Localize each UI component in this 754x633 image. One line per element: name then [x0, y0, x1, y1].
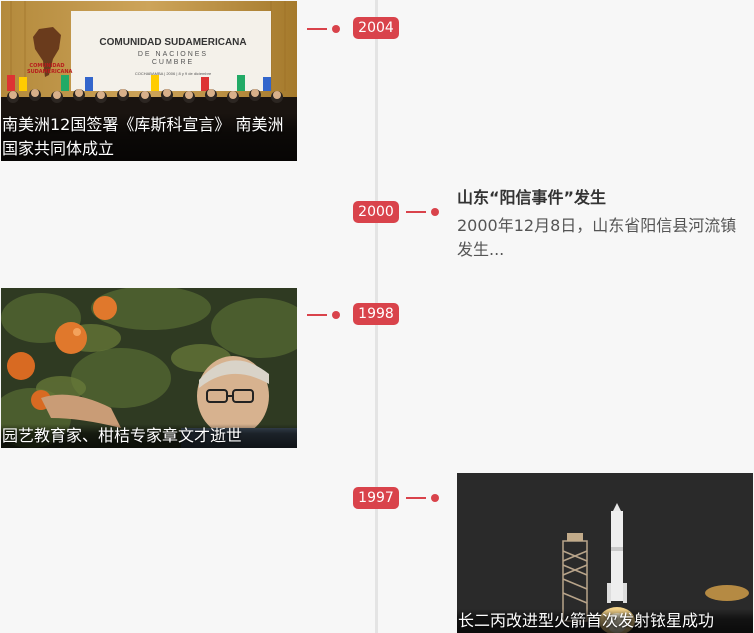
event-summary: 2000年12月8日，山东省阳信县河流镇发生...	[457, 216, 737, 259]
timeline-dot-1997	[431, 494, 439, 502]
banner-line: CUMBRE	[151, 59, 195, 66]
event-card-2004[interactable]: COMUNIDAD SUDAMERICANA COMUNIDAD SUDAMER…	[1, 1, 297, 161]
year-badge-1998[interactable]: 1998	[353, 303, 399, 325]
connector-1998	[307, 314, 327, 316]
connector-2004	[307, 28, 327, 30]
event-card-1998[interactable]: 园艺教育家、柑桔专家章文才逝世	[1, 288, 297, 448]
event-caption[interactable]: 长二丙改进型火箭首次发射铱星成功	[457, 609, 753, 633]
timeline-dot-2000	[431, 208, 439, 216]
connector-1997	[406, 497, 426, 499]
event-title[interactable]: 山东“阳信事件”发生	[457, 186, 747, 210]
year-badge-1997[interactable]: 1997	[353, 487, 399, 509]
banner-subtitle: DE NACIONES	[137, 51, 209, 58]
year-badge-2004[interactable]: 2004	[353, 17, 399, 39]
banner-title: COMUNIDAD SUDAMERICANA	[99, 37, 247, 48]
event-caption[interactable]: 南美洲12国签署《库斯科宣言》 南美洲国家共同体成立	[1, 113, 297, 161]
timeline-dot-2004	[332, 25, 340, 33]
event-caption[interactable]: 园艺教育家、柑桔专家章文才逝世	[1, 424, 297, 448]
year-badge-2000[interactable]: 2000	[353, 201, 399, 223]
event-card-1997[interactable]: 长二丙改进型火箭首次发射铱星成功	[457, 473, 753, 633]
event-2000[interactable]: 山东“阳信事件”发生 2000年12月8日，山东省阳信县河流镇发生...	[457, 186, 747, 262]
connector-2000	[406, 211, 426, 213]
banner-logo-text: COMUNIDAD SUDAMERICANA	[27, 63, 73, 75]
banner-place: COCHABAMBA | 2006 | 8 y 9 de diciembre	[134, 71, 212, 76]
timeline-dot-1998	[332, 311, 340, 319]
